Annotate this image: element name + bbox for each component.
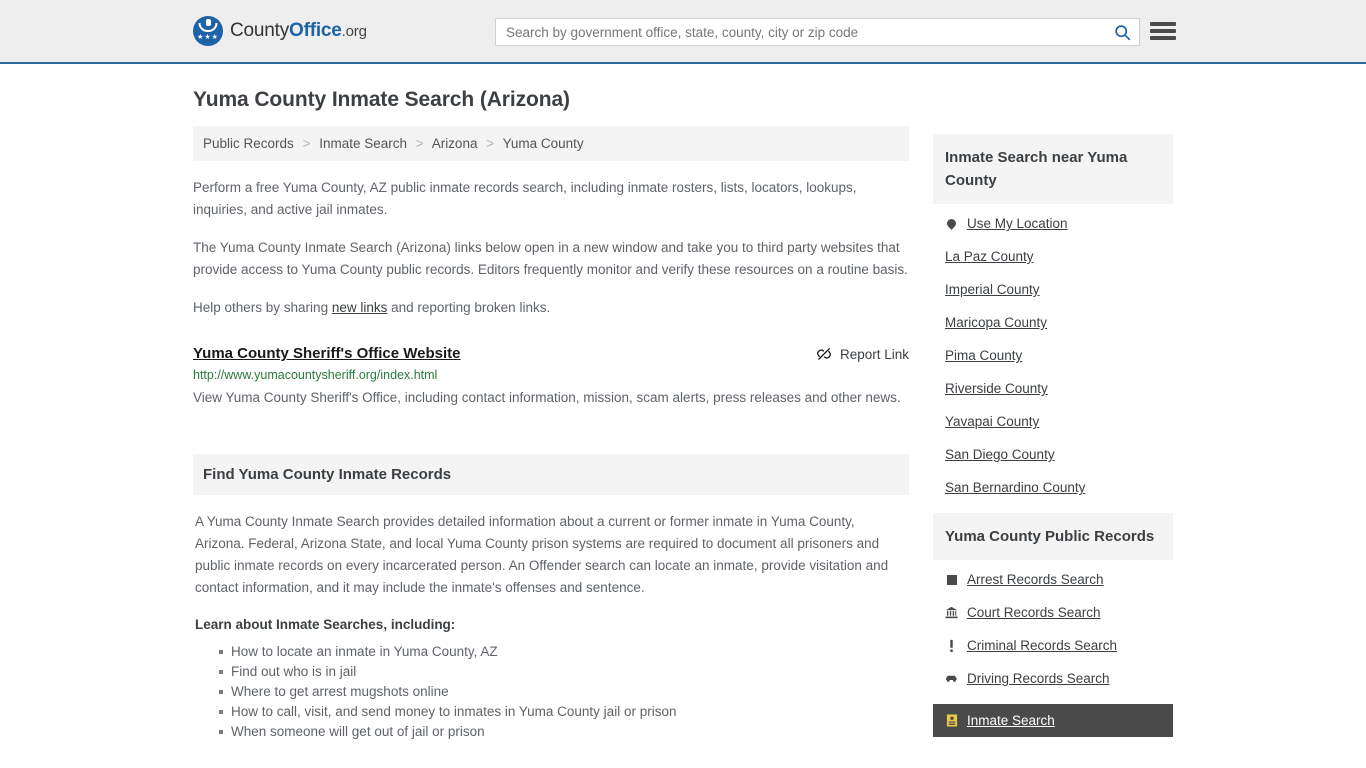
report-link-label: Report Link <box>839 346 909 362</box>
sidebar-item-la-paz-county[interactable]: La Paz County <box>945 249 1161 264</box>
car-icon <box>945 673 958 684</box>
sidebar-item-san-diego-county[interactable]: San Diego County <box>945 447 1161 462</box>
section-subheading: Learn about Inmate Searches, including: <box>195 617 456 632</box>
breadcrumb-item-public-records[interactable]: Public Records <box>203 136 294 151</box>
sidebar-item-label[interactable]: Riverside County <box>945 381 1048 396</box>
sidebar-item-pima-county[interactable]: Pima County <box>945 348 1161 363</box>
exclamation-icon <box>945 639 958 653</box>
sidebar-item-inmate-search[interactable]: Inmate Search <box>933 704 1173 737</box>
brand-bold: Office <box>289 20 342 41</box>
breadcrumb-separator-icon: > <box>486 136 495 151</box>
section-header: Find Yuma County Inmate Records <box>193 454 909 495</box>
sidebar-item-label[interactable]: San Diego County <box>945 447 1055 462</box>
courthouse-icon <box>945 606 958 619</box>
hamburger-menu-icon <box>1150 36 1176 40</box>
public-records-header: Yuma County Public Records <box>933 513 1173 560</box>
public-records-heading: Yuma County Public Records <box>945 528 1155 545</box>
breadcrumb-separator-icon: > <box>415 136 424 151</box>
result-url[interactable]: http://www.yumacountysheriff.org/index.h… <box>193 368 909 382</box>
public-records-panel: Yuma County Public Records Arrest Record… <box>933 513 1173 737</box>
map-pin-icon <box>945 217 958 230</box>
help-prefix: Help others by sharing <box>193 300 332 315</box>
result-description: View Yuma County Sheriff's Office, inclu… <box>193 390 901 405</box>
sidebar-item-label[interactable]: Inmate Search <box>967 713 1055 728</box>
site-logo[interactable]: ★★★ CountyOffice.org <box>193 16 367 46</box>
inmate-search-near-header: Inmate Search near Yuma County <box>933 134 1173 204</box>
sidebar-item-yavapai-county[interactable]: Yavapai County <box>945 414 1161 429</box>
search-button[interactable] <box>1105 19 1139 45</box>
second-paragraph: The Yuma County Inmate Search (Arizona) … <box>193 240 908 277</box>
sidebar-item-riverside-county[interactable]: Riverside County <box>945 381 1161 396</box>
sidebar-item-driving-records-search[interactable]: Driving Records Search <box>945 671 1161 686</box>
search-input[interactable] <box>496 24 1105 40</box>
learn-about-list: How to locate an inmate in Yuma County, … <box>195 642 907 742</box>
sidebar-item-label[interactable]: San Bernardino County <box>945 480 1085 495</box>
site-header: ★★★ CountyOffice.org <box>0 0 1366 64</box>
intro-paragraph: Perform a free Yuma County, AZ public in… <box>193 180 857 217</box>
sidebar-item-label[interactable]: Use My Location <box>967 216 1068 231</box>
page-container: Yuma County Inmate Search (Arizona) Publ… <box>0 88 1366 745</box>
brand-tld: .org <box>341 23 367 40</box>
hamburger-menu-icon <box>1150 22 1176 26</box>
hamburger-menu-button[interactable] <box>1150 20 1176 42</box>
broken-link-icon <box>817 348 831 360</box>
sidebar-item-label[interactable]: Driving Records Search <box>967 671 1110 686</box>
inmate-search-near-panel: Inmate Search near Yuma County Use My Lo… <box>933 134 1173 495</box>
section-paragraph: A Yuma County Inmate Search provides det… <box>195 514 889 595</box>
section-body: A Yuma County Inmate Search provides det… <box>193 495 909 742</box>
sidebar-item-label[interactable]: Maricopa County <box>945 315 1047 330</box>
result-link-row: Yuma County Sheriff's Office Website Rep… <box>193 345 909 362</box>
nearby-county-links: Use My Location La Paz County Imperial C… <box>933 204 1173 495</box>
inmate-search-near-heading: Inmate Search near Yuma County <box>945 149 1128 189</box>
sidebar-item-use-my-location[interactable]: Use My Location <box>945 216 1161 231</box>
sidebar-item-label[interactable]: Criminal Records Search <box>967 638 1117 653</box>
sidebar-item-san-bernardino-county[interactable]: San Bernardino County <box>945 480 1161 495</box>
sidebar-item-label[interactable]: Arrest Records Search <box>967 572 1104 587</box>
hamburger-menu-icon <box>1150 29 1176 33</box>
sidebar-item-label[interactable]: Yavapai County <box>945 414 1039 429</box>
content-columns: Public Records > Inmate Search > Arizona… <box>193 126 1173 745</box>
section-heading: Find Yuma County Inmate Records <box>203 466 452 483</box>
help-suffix: and reporting broken links. <box>387 300 551 315</box>
main-content: Public Records > Inmate Search > Arizona… <box>193 126 909 742</box>
id-card-icon <box>945 714 958 727</box>
sidebar-item-label[interactable]: Pima County <box>945 348 1022 363</box>
sidebar-item-court-records-search[interactable]: Court Records Search <box>945 605 1161 620</box>
public-records-links: Arrest Records Search Court Records Sear… <box>933 560 1173 737</box>
brand-prefix: County <box>230 20 290 41</box>
sidebar: Inmate Search near Yuma County Use My Lo… <box>933 126 1173 745</box>
list-item: Where to get arrest mugshots online <box>219 682 907 702</box>
report-link-button[interactable]: Report Link <box>816 346 909 362</box>
county-office-logo-icon: ★★★ <box>193 16 223 46</box>
sidebar-item-label[interactable]: Court Records Search <box>967 605 1101 620</box>
sidebar-item-arrest-records-search[interactable]: Arrest Records Search <box>945 572 1161 587</box>
list-item: When someone will get out of jail or pri… <box>219 722 907 742</box>
breadcrumb-item-yuma-county[interactable]: Yuma County <box>503 136 584 151</box>
sidebar-item-label[interactable]: Imperial County <box>945 282 1040 297</box>
breadcrumb-item-inmate-search[interactable]: Inmate Search <box>319 136 407 151</box>
search-icon <box>1114 24 1130 40</box>
sidebar-item-imperial-county[interactable]: Imperial County <box>945 282 1161 297</box>
sidebar-item-label[interactable]: La Paz County <box>945 249 1034 264</box>
sidebar-item-maricopa-county[interactable]: Maricopa County <box>945 315 1161 330</box>
page-title: Yuma County Inmate Search (Arizona) <box>193 88 570 111</box>
brand-wordmark: CountyOffice.org <box>230 20 367 42</box>
breadcrumb-separator-icon: > <box>302 136 311 151</box>
list-item: How to call, visit, and send money to in… <box>219 702 907 722</box>
square-icon <box>945 574 958 585</box>
search-bar[interactable] <box>495 18 1140 46</box>
new-links-link[interactable]: new links <box>332 300 388 315</box>
list-item: Find out who is in jail <box>219 662 907 682</box>
help-paragraph: Help others by sharing new links and rep… <box>193 297 909 319</box>
breadcrumb: Public Records > Inmate Search > Arizona… <box>193 126 909 161</box>
sidebar-item-criminal-records-search[interactable]: Criminal Records Search <box>945 638 1161 653</box>
breadcrumb-item-arizona[interactable]: Arizona <box>432 136 478 151</box>
result-title-link[interactable]: Yuma County Sheriff's Office Website <box>193 345 461 362</box>
list-item: How to locate an inmate in Yuma County, … <box>219 642 907 662</box>
result-link-block: Yuma County Sheriff's Office Website Rep… <box>193 345 909 410</box>
